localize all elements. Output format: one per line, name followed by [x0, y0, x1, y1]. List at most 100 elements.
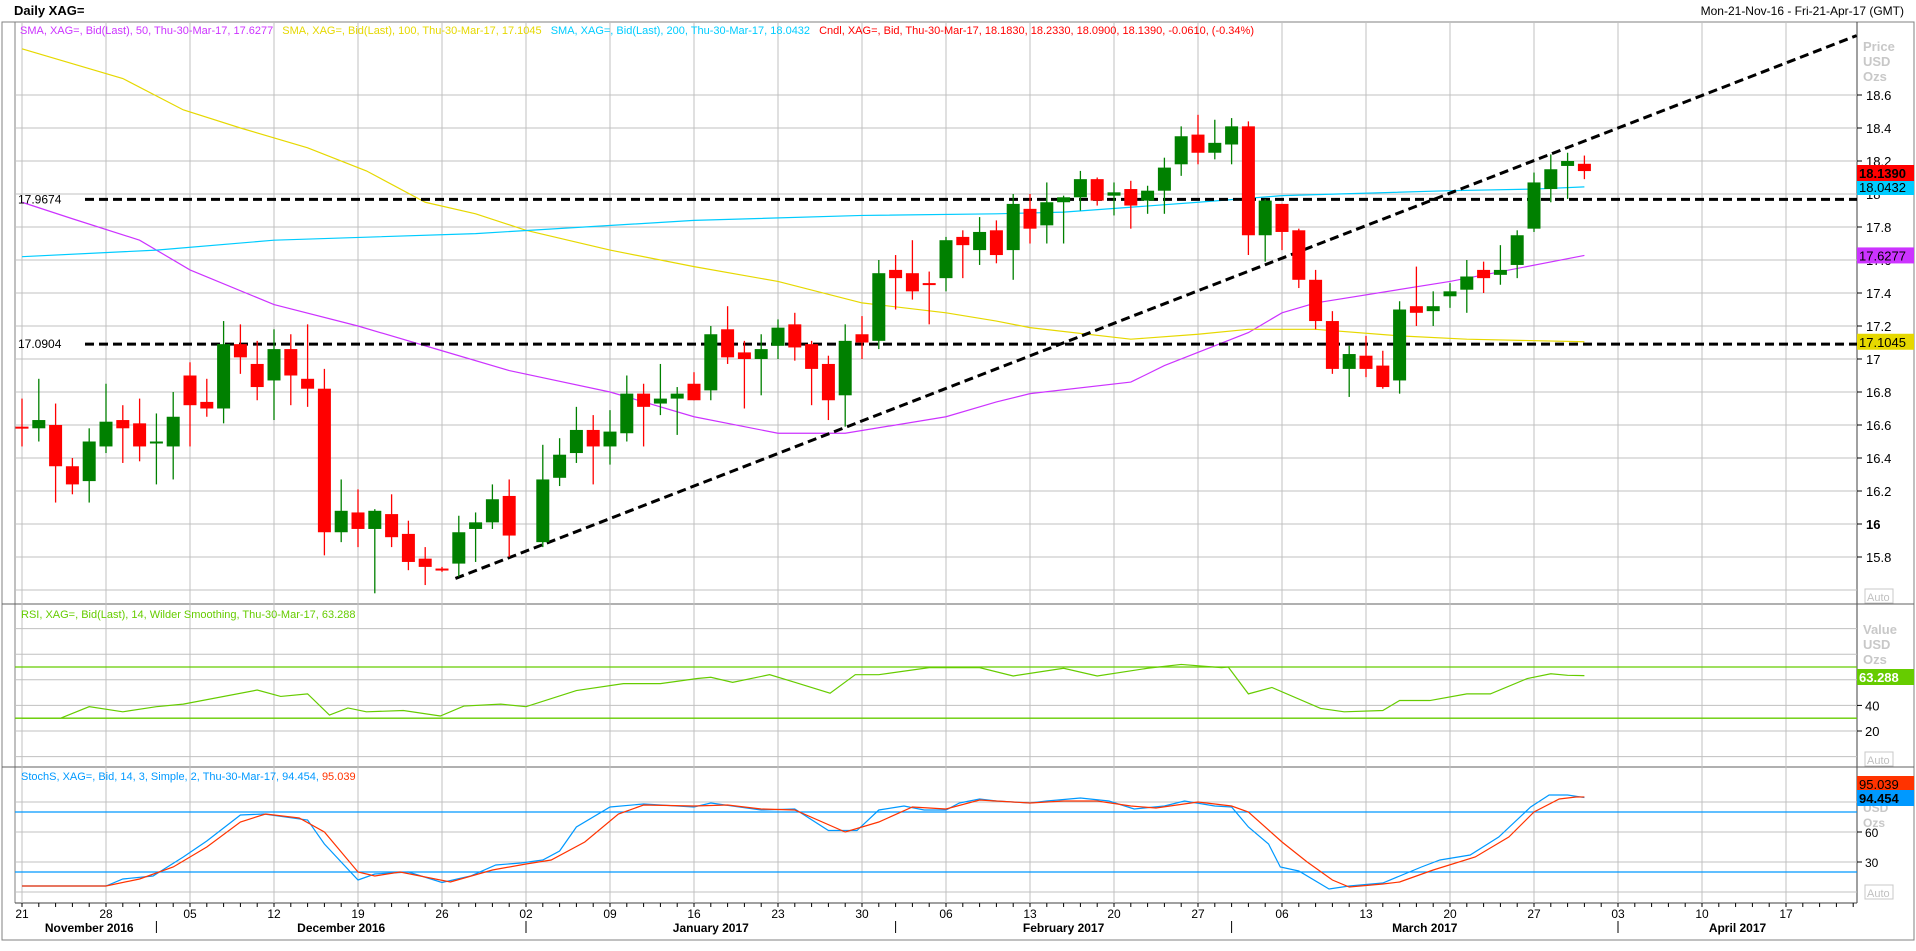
week-label: 28	[99, 907, 113, 921]
candle-body	[183, 375, 197, 406]
month-label: January 2017	[673, 921, 749, 935]
candle-body	[217, 344, 231, 409]
candle-body	[149, 441, 163, 444]
price-tick-label: 16.8	[1866, 385, 1891, 400]
candle-body	[1275, 203, 1289, 232]
candle-body	[1241, 126, 1255, 236]
sma200-badge-label: 18.0432	[1859, 180, 1906, 195]
sma100-badge-label: 17.1045	[1859, 335, 1906, 350]
candle-body	[687, 383, 701, 401]
candle-body	[1342, 354, 1356, 369]
candle-body	[485, 499, 499, 523]
price-legend: SMA, XAG=, Bid(Last), 50, Thu-30-Mar-17,…	[20, 25, 1260, 37]
stoch-line-d	[22, 796, 1585, 888]
candle-body	[905, 273, 919, 292]
candle-body	[267, 349, 281, 381]
candle-body	[973, 231, 987, 251]
candle-body	[737, 352, 751, 359]
legend-sma50: SMA, XAG=, Bid(Last), 50, Thu-30-Mar-17,…	[20, 25, 274, 37]
candle-body	[922, 283, 936, 286]
candle-body	[334, 510, 348, 533]
candle-body	[1493, 269, 1507, 275]
price-tick-label: 16	[1866, 517, 1880, 532]
candle-body	[1309, 279, 1323, 322]
candle-body	[1292, 230, 1306, 280]
last-price-badge-label: 18.1390	[1859, 166, 1906, 181]
candle-body	[166, 416, 180, 447]
candle-body	[1460, 276, 1474, 290]
week-label: 27	[1191, 907, 1205, 921]
candle-body	[435, 568, 449, 571]
candle-body	[1376, 365, 1390, 388]
candle-body	[889, 269, 903, 279]
rsi-unit-label: USD	[1863, 637, 1890, 652]
price-tick-label: 17.4	[1866, 286, 1891, 301]
week-label: 27	[1527, 907, 1541, 921]
candle-body	[233, 344, 247, 358]
stoch-d-badge-label: 95.039	[1859, 777, 1899, 792]
candle-body	[401, 533, 415, 562]
candle-body	[385, 514, 399, 538]
candle-body	[956, 236, 970, 246]
candle-body	[1258, 200, 1272, 236]
price-tick-label: 17.8	[1866, 220, 1891, 235]
candle-body	[301, 378, 315, 389]
candle-body	[721, 329, 735, 358]
candle-body	[200, 401, 214, 409]
price-unit-label: USD	[1863, 54, 1890, 69]
month-label: November 2016	[45, 921, 134, 935]
month-label: February 2017	[1023, 921, 1105, 935]
candle-body	[1443, 291, 1457, 297]
candle-body	[133, 423, 147, 447]
legend-sma100: SMA, XAG=, Bid(Last), 100, Thu-30-Mar-17…	[282, 25, 542, 37]
week-label: 13	[1023, 907, 1037, 921]
week-label: 10	[1695, 907, 1709, 921]
price-auto-label: Auto	[1867, 592, 1890, 604]
candle-body	[116, 420, 130, 429]
stoch-legend-k: StochS, XAG=, Bid, 14, 3, Simple, 2, Thu…	[21, 771, 319, 783]
candle-body	[805, 344, 819, 369]
price-tick-label: 16.4	[1866, 451, 1891, 466]
candle-body	[1006, 203, 1020, 251]
candle-body	[1409, 306, 1423, 313]
horizontal-level-label: 17.0904	[18, 337, 62, 351]
week-label: 30	[855, 907, 869, 921]
stoch-k-badge-label: 94.454	[1859, 791, 1900, 806]
rsi-unit-label: Value	[1863, 622, 1897, 637]
month-label: December 2016	[297, 921, 385, 935]
week-label: 20	[1443, 907, 1457, 921]
candle-body	[32, 420, 46, 429]
candle-body	[1225, 126, 1239, 145]
candle-body	[1477, 269, 1491, 279]
line-sma-50	[21, 201, 1585, 434]
candle-body	[1157, 167, 1171, 191]
candle-body	[1325, 321, 1339, 369]
candle-body	[502, 495, 516, 536]
candle-body	[1393, 309, 1407, 381]
stoch-legend-d: 95.039	[321, 771, 356, 783]
candle-body	[1023, 208, 1037, 229]
candle-body	[1040, 202, 1054, 226]
price-tick-label: 17	[1866, 352, 1880, 367]
rsi-auto-label: Auto	[1867, 755, 1890, 767]
week-label: 21	[15, 907, 29, 921]
candle-body	[1141, 190, 1155, 201]
candle-body	[569, 429, 583, 454]
candle-body	[939, 240, 953, 279]
horizontal-level-label: 17.9674	[18, 192, 62, 206]
candle-body	[418, 558, 432, 567]
candle-body	[1359, 355, 1373, 369]
candle-body	[1107, 192, 1121, 196]
stoch-tick-label: 30	[1865, 856, 1879, 870]
candle-body	[368, 510, 382, 529]
week-label: 20	[1107, 907, 1121, 921]
chart-canvas[interactable]: 15.81616.216.416.616.81717.217.417.617.8…	[0, 0, 1916, 951]
candle-body	[838, 340, 852, 396]
week-label: 16	[687, 907, 701, 921]
candle-body	[553, 454, 567, 478]
candle-body	[1057, 197, 1071, 203]
price-tick-label: 16.6	[1866, 418, 1891, 433]
candle-body	[620, 393, 634, 434]
stoch-auto-label: Auto	[1867, 888, 1890, 900]
price-tick-label: 18.6	[1866, 88, 1891, 103]
